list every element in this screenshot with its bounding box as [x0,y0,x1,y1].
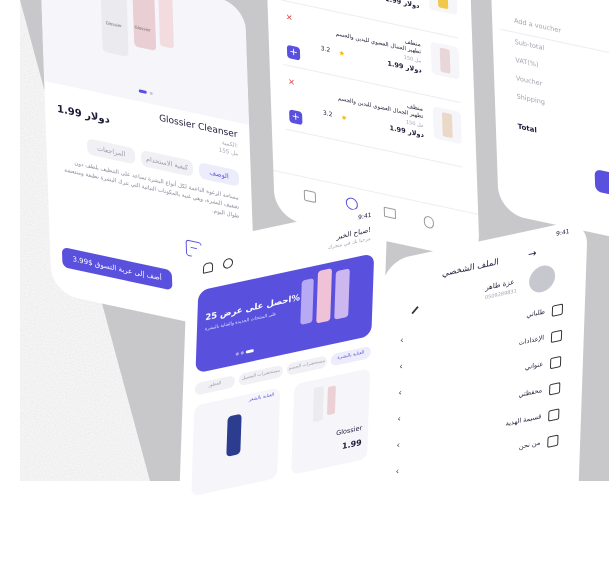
card-price: 1.99 [342,438,362,451]
star-icon: ★ [339,49,346,58]
tube [158,0,174,49]
back-arrow-icon[interactable]: → [528,248,537,261]
summary-label: Shipping [516,92,545,106]
bottle-image [437,0,448,9]
chevron-left-icon: ‹ [396,440,400,451]
summary-label: Voucher [516,74,543,88]
remove-icon[interactable]: ✕ [286,12,293,23]
card-title: العناية بالشعر [249,393,274,403]
cart-icon[interactable] [384,207,396,220]
chevron-left-icon: ‹ [399,362,403,373]
category-tab[interactable]: العناية بالبشرة [331,346,371,367]
bottle-image [440,48,451,74]
status-time: 9:41 [556,228,570,238]
bottle-1 [100,0,128,57]
card-brand: Glossier [336,424,362,438]
item-rating: 3.2 [321,45,331,54]
product-card[interactable]: العناية بالشعر [191,387,280,496]
checkout-screen: Add a voucher Sub-totalVAT(%)VoucherShip… [488,0,609,247]
product-price: 1.99 دولار [57,104,110,126]
menu-label: من نحن [519,438,541,451]
profile-icon[interactable] [424,215,434,229]
chevron-left-icon: ‹ [397,414,401,425]
promo-product-image [296,261,364,332]
summary-rows: Sub-total VAT(%) Voucher Shipping Total [493,33,609,168]
bottle-image [442,112,453,138]
home-screen: 9:41 صباح الخير! مرحبا بك في متجرك احصل … [178,202,388,547]
chevron-left-icon: ‹ [395,467,399,478]
menu-label: محفظتي [518,386,542,399]
lotion-bottle [226,414,241,457]
avatar[interactable] [529,263,556,295]
bell-icon[interactable] [203,262,213,274]
menu-icon [551,330,562,343]
checkout-button[interactable] [595,169,609,206]
tab-reviews[interactable]: المراجعات [87,138,136,164]
add-to-cart-button[interactable]: 3.99$ أضف إلى عربة التسوق [62,247,173,291]
menu-icon [552,303,563,316]
star-icon: ★ [341,113,348,122]
item-image [433,106,462,144]
product-card[interactable]: Glossier 1.99 [291,368,370,475]
item-image [431,42,460,80]
chevron-left-icon: ‹ [398,388,402,399]
profile-menu: طلباتي ‹ الإعدادات ‹ عنواني ‹ محفظتي ‹ قسيمة اله… [373,293,585,539]
total-label: Total [518,122,537,134]
menu-label: عنواني [525,360,544,372]
tab-how-to-use[interactable]: كيفية الاستخدام [141,150,194,177]
menu-icon [547,434,558,447]
category-tab[interactable]: مستحضرات التجميل [239,365,283,387]
add-button[interactable]: + [287,45,300,61]
category-tab[interactable]: العطور [195,375,235,396]
menu-icon [550,356,561,369]
profile-title: الملف الشخصي [442,257,499,279]
menu-icon [549,382,560,395]
search-icon[interactable] [223,257,233,269]
remove-icon[interactable]: ✕ [288,77,295,88]
item-image [428,0,457,15]
menu-label: الإعدادات [518,334,544,348]
summary-label: VAT(%) [515,56,538,69]
menu-label: قسيمة الهدية [506,412,542,428]
menu-label: طلباتي [526,307,545,319]
tab-description[interactable]: الوصف [199,162,240,187]
promo-dots [236,349,256,356]
chevron-left-icon: ‹ [400,336,404,347]
home-icon[interactable] [304,189,316,203]
profile-screen: 9:41 → الملف الشخصي عزة طاهر 0509289831 … [373,218,588,564]
carousel-dots [139,89,155,95]
edit-icon[interactable] [411,306,418,314]
menu-icon [548,408,559,421]
item-rating: 3.2 [323,109,333,118]
item-price: 1.99 دولار [385,0,420,10]
status-time: 9:41 [358,212,372,222]
summary-label: Sub-total [515,38,545,52]
category-tab[interactable]: مستحضرات الجسم [287,355,327,376]
add-button[interactable]: + [289,109,302,125]
